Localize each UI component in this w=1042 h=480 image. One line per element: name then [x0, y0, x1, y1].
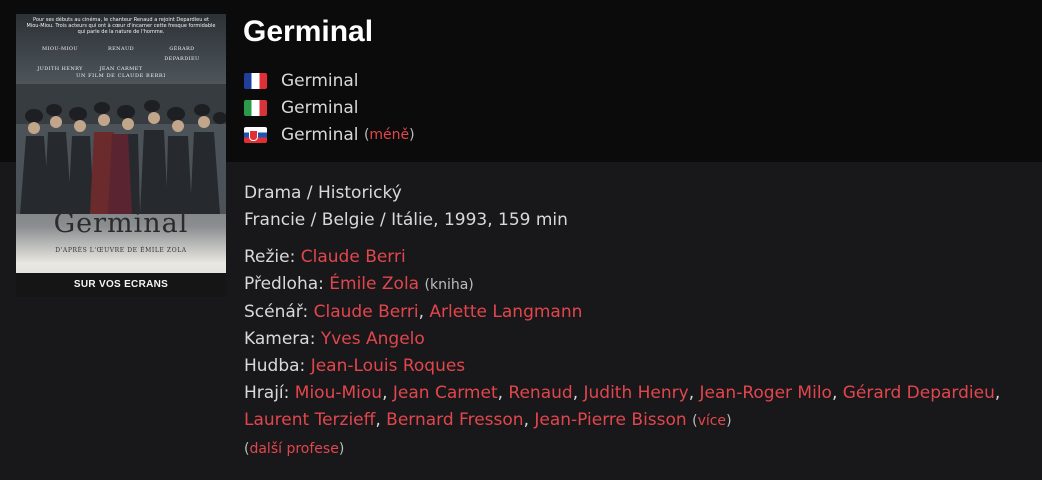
alt-title-row: Germinal: [244, 67, 415, 94]
person-link[interactable]: Miou-Miou: [295, 383, 382, 403]
separator: ,: [375, 410, 387, 430]
separator: ,: [382, 383, 393, 403]
film-info: Drama / Historický Francie / Belgie / It…: [244, 180, 1034, 463]
person-link[interactable]: Jean-Pierre Bisson: [534, 410, 686, 430]
person-link[interactable]: Bernard Fresson: [386, 410, 523, 430]
more-professions-link[interactable]: další profese: [249, 441, 338, 457]
credit-row-music: Hudba: Jean-Louis Roques: [244, 353, 1034, 380]
person-link[interactable]: Arlette Langmann: [429, 302, 582, 322]
person-link[interactable]: Jean-Roger Milo: [700, 383, 832, 403]
person-link[interactable]: Jean-Louis Roques: [311, 356, 465, 376]
poster-cast-name: MIOU-MIOU: [42, 46, 79, 52]
separator: ,: [497, 383, 509, 403]
person-link[interactable]: Émile Zola: [329, 274, 419, 294]
alt-title-row: Germinal: [244, 94, 415, 121]
flag-slovakia-icon: [244, 126, 267, 143]
separator: ,: [831, 383, 843, 403]
poster-crowd-illustration: [16, 84, 226, 214]
credit-label: Scénář:: [244, 302, 309, 322]
show-less-link[interactable]: méně: [369, 127, 409, 143]
separator: ,: [994, 383, 1001, 403]
flag-italy-icon: [244, 99, 267, 116]
person-link[interactable]: Yves Angelo: [321, 329, 425, 349]
flag-france-icon: [244, 72, 267, 89]
credit-row-camera: Kamera: Yves Angelo: [244, 326, 1034, 353]
poster-cast: MIOU-MIOU RENAUD GÉRARD DEPARDIEU JUDITH…: [30, 44, 212, 74]
person-link[interactable]: Laurent Terzieff: [244, 410, 375, 430]
more-cast-link[interactable]: více: [698, 413, 727, 429]
film-title: Germinal: [243, 15, 374, 48]
credit-label: Předloha:: [244, 274, 324, 294]
poster-cast-name: GÉRARD DEPARDIEU: [164, 46, 200, 62]
credit-label: Kamera:: [244, 329, 316, 349]
credit-label: Hrají:: [244, 383, 290, 403]
person-link[interactable]: Claude Berri: [301, 247, 406, 267]
poster-credit: D'APRÈS L'ŒUVRE DE ÉMILE ZOLA: [55, 247, 187, 254]
person-link[interactable]: Claude Berri: [314, 302, 419, 322]
origin-year-runtime: Francie / Belgie / Itálie, 1993, 159 min: [244, 210, 568, 230]
person-link[interactable]: Judith Henry: [584, 383, 689, 403]
separator: ,: [688, 383, 700, 403]
person-link[interactable]: Renaud: [508, 383, 572, 403]
credit-label: Hudba:: [244, 356, 306, 376]
separator: ,: [572, 383, 584, 403]
paren-close: ): [409, 126, 415, 143]
source-type: (kniha): [424, 277, 474, 293]
credit-row-screenplay: Scénář: Claude Berri, Arlette Langmann: [244, 299, 1034, 326]
alt-title-row: Germinal (méně): [244, 121, 415, 148]
poster-title: Germinal: [53, 208, 189, 239]
alt-title: Germinal: [281, 97, 359, 118]
poster-director: UN FILM DE CLAUDE BERRI: [76, 73, 166, 79]
alt-title: Germinal: [281, 70, 359, 91]
credit-label: Režie:: [244, 247, 296, 267]
credit-row-source: Předloha: Émile Zola (kniha): [244, 271, 1034, 299]
poster-blurb: Pour ses débuts au cinéma, le chanteur R…: [26, 17, 216, 35]
separator: ,: [523, 410, 535, 430]
poster-image[interactable]: Pour ses débuts au cinéma, le chanteur R…: [16, 14, 226, 297]
alternative-titles: Germinal Germinal Germinal (méně): [244, 67, 415, 148]
person-link[interactable]: Gérard Depardieu: [843, 383, 995, 403]
credit-row-directing: Režie: Claude Berri: [244, 244, 1034, 271]
poster-bottom-bar: SUR VOS ECRANS: [16, 273, 226, 297]
more-professions-row: (další profese): [244, 435, 1034, 463]
paren-close: ): [338, 441, 345, 457]
genres: Drama / Historický: [244, 183, 402, 203]
paren-close: ): [726, 413, 732, 429]
poster-cast-name: RENAUD: [107, 46, 134, 52]
person-link[interactable]: Jean Carmet: [393, 383, 498, 403]
separator: ,: [418, 302, 430, 322]
alt-title: Germinal: [281, 124, 359, 145]
credit-row-cast: Hrají: Miou-Miou, Jean Carmet, Renaud, J…: [244, 380, 1034, 435]
